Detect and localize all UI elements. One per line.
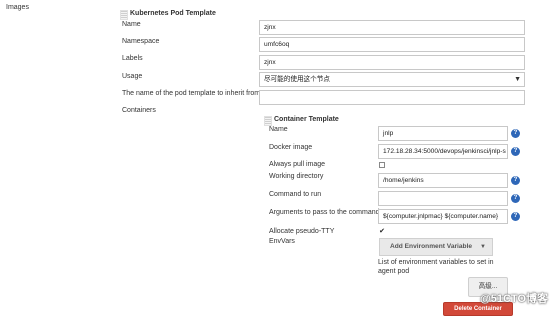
workdir-input[interactable]: /home/jenkins xyxy=(378,173,508,188)
pod-usage-select[interactable]: 尽可能的使用这个节点 ▼ xyxy=(259,72,525,87)
delete-container-label: Delete Container xyxy=(454,306,502,312)
pod-namespace-label: Namespace xyxy=(122,38,160,45)
drag-handle-icon[interactable] xyxy=(120,10,128,20)
help-icon[interactable]: ? xyxy=(511,129,520,138)
command-label: Command to run xyxy=(269,191,322,198)
pod-usage-value: 尽可能的使用这个节点 xyxy=(264,76,330,83)
help-icon[interactable]: ? xyxy=(511,147,520,156)
pod-usage-label: Usage xyxy=(122,73,143,80)
container-name-label: Name xyxy=(269,126,288,133)
docker-image-input[interactable]: 172.18.28.34:5000/devops/jenkinsci/jnlp-… xyxy=(378,144,508,159)
pod-labels-label: Labels xyxy=(122,55,143,62)
always-pull-label: Always pull image xyxy=(269,161,326,168)
envvars-label: EnvVars xyxy=(269,238,295,245)
add-env-variable-button[interactable]: Add Environment Variable ▼ xyxy=(379,238,493,256)
always-pull-checkbox[interactable] xyxy=(379,162,385,168)
section-label-images: Images xyxy=(6,4,29,11)
pod-inherit-input[interactable] xyxy=(259,90,525,105)
pod-name-input[interactable]: zjnx xyxy=(259,20,525,35)
workdir-label: Working directory xyxy=(269,173,324,180)
help-icon[interactable]: ? xyxy=(511,212,520,221)
add-env-variable-label: Add Environment Variable xyxy=(390,243,473,250)
advanced-label: 高级... xyxy=(478,283,498,290)
pod-labels-input[interactable]: zjnx xyxy=(259,55,525,70)
pod-template-header: Kubernetes Pod Template xyxy=(130,10,216,17)
tty-checkbox[interactable]: ✔ xyxy=(379,228,385,235)
drag-handle-icon[interactable] xyxy=(264,116,272,126)
tty-label: Allocate pseudo-TTY xyxy=(269,228,335,235)
args-label: Arguments to pass to the command xyxy=(269,209,380,216)
help-icon[interactable]: ? xyxy=(511,176,520,185)
command-input[interactable] xyxy=(378,191,508,206)
container-template-header: Container Template xyxy=(274,116,339,123)
chevron-down-icon: ▼ xyxy=(480,244,486,250)
containers-label: Containers xyxy=(122,107,156,114)
pod-name-label: Name xyxy=(122,21,141,28)
chevron-down-icon: ▼ xyxy=(514,76,521,83)
container-name-input[interactable]: jnlp xyxy=(378,126,508,141)
pod-namespace-input[interactable]: umfc6oq xyxy=(259,37,525,52)
pod-inherit-label: The name of the pod template to inherit … xyxy=(122,90,261,97)
env-hint-text: List of environment variables to set in … xyxy=(378,259,494,275)
docker-image-label: Docker image xyxy=(269,144,313,151)
watermark: @51CTO博客 xyxy=(480,290,548,306)
args-input[interactable]: ${computer.jnlpmac} ${computer.name} xyxy=(378,209,508,224)
watermark-text: @51CTO博客 xyxy=(480,293,548,305)
help-icon[interactable]: ? xyxy=(511,194,520,203)
